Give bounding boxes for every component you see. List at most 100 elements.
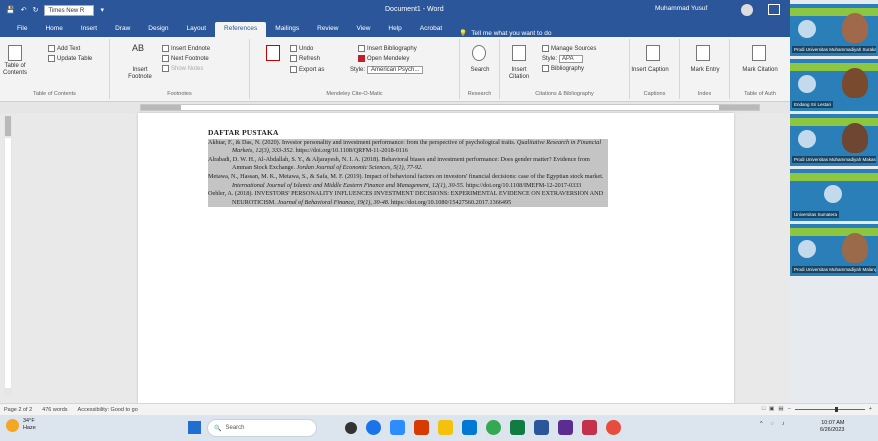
insert-citation-button[interactable]: Insert Citation: [502, 67, 536, 81]
table-of-contents-icon[interactable]: [8, 45, 22, 61]
mendeley-icon[interactable]: [266, 45, 280, 61]
table-of-contents-button[interactable]: Table of Contents: [0, 63, 30, 77]
refresh-button[interactable]: Refresh: [290, 55, 320, 62]
taskbar: 34°F Haze 🔍 Search ^ ◌ ♪ 10:07 AM 6/26/2…: [0, 415, 878, 441]
tab-file[interactable]: File: [8, 22, 36, 37]
tab-home[interactable]: Home: [36, 22, 71, 37]
search-button[interactable]: Search: [460, 67, 500, 74]
participant-tile[interactable]: Prodi Universitas Muhammadiyah Surakarta: [790, 4, 878, 56]
tab-insert[interactable]: Insert: [72, 22, 106, 37]
network-icon[interactable]: ◌: [771, 421, 774, 427]
clock[interactable]: 10:07 AM 6/26/2023: [820, 420, 844, 434]
participant-tile[interactable]: Prodi Universitas Muhammadiyah Malang: [790, 224, 878, 276]
vertical-ruler[interactable]: [4, 116, 12, 396]
task-view-icon[interactable]: [345, 422, 357, 434]
browser-icon[interactable]: [366, 420, 381, 435]
zoom-slider[interactable]: [794, 406, 865, 412]
insert-bibliography-button[interactable]: Insert Bibliography: [358, 45, 417, 52]
weather-widget[interactable]: 34°F Haze: [6, 418, 36, 432]
mail-icon[interactable]: [462, 420, 477, 435]
tab-layout[interactable]: Layout: [178, 22, 216, 37]
mark-entry-icon[interactable]: [696, 45, 710, 61]
participant-name: Endang Sri Lestari: [792, 101, 834, 108]
mark-entry-button[interactable]: Mark Entry: [680, 67, 730, 74]
insert-endnote-button[interactable]: Insert Endnote: [162, 45, 210, 52]
reference-entry[interactable]: Metawa, N., Hassan, M. K., Metawa, S., &…: [208, 172, 608, 191]
search-icon[interactable]: [472, 45, 486, 61]
tab-review[interactable]: Review: [308, 22, 347, 37]
tab-mailings[interactable]: Mailings: [266, 22, 308, 37]
bibliography-button[interactable]: Bibliography: [542, 65, 584, 72]
citation-style-value[interactable]: APA: [559, 55, 583, 63]
undo-icon[interactable]: ↶: [21, 6, 27, 14]
insert-footnote-button[interactable]: Insert Footnote: [120, 67, 160, 81]
word-count[interactable]: 476 words: [42, 407, 67, 413]
open-mendeley-button[interactable]: Open Mendeley: [358, 55, 409, 62]
onenote-icon[interactable]: [558, 420, 573, 435]
tab-view[interactable]: View: [347, 22, 379, 37]
print-layout-icon[interactable]: ▣: [769, 406, 774, 412]
document-page[interactable]: DAFTAR PUSTAKA Akhtar, F., & Das, N. (20…: [138, 113, 734, 403]
update-table-button[interactable]: Update Table: [48, 55, 92, 62]
reference-list[interactable]: DAFTAR PUSTAKA Akhtar, F., & Das, N. (20…: [208, 128, 608, 208]
style-value[interactable]: American Psych...: [367, 66, 424, 74]
citation-style-select[interactable]: Style: APA: [542, 55, 583, 63]
add-text-button[interactable]: Add Text: [48, 45, 80, 52]
volume-icon[interactable]: ♪: [782, 421, 785, 427]
zoom-control: □ ▣ ▤ − +: [762, 406, 872, 412]
manage-sources-button[interactable]: Manage Sources: [542, 45, 596, 52]
tab-draw[interactable]: Draw: [106, 22, 139, 37]
user-name[interactable]: Muhammad Yusuf: [655, 5, 707, 12]
save-icon[interactable]: 💾: [6, 6, 15, 14]
institution-logo: [798, 240, 816, 258]
reference-entry[interactable]: Alrabadi, D. W. H., Al-Abdallah, S. Y., …: [208, 155, 608, 173]
zoom-in-icon[interactable]: +: [869, 406, 872, 412]
taskbar-search[interactable]: 🔍 Search: [207, 419, 317, 437]
participant-tile[interactable]: Universitas Sumatera: [790, 169, 878, 221]
page-count[interactable]: Page 2 of 2: [4, 407, 32, 413]
next-footnote-button[interactable]: Next Footnote: [162, 55, 209, 62]
app-icon[interactable]: [582, 420, 597, 435]
font-name-box[interactable]: Times New R: [44, 4, 95, 16]
tab-references[interactable]: References: [215, 22, 267, 37]
participant-tile[interactable]: Endang Sri Lestari: [790, 59, 878, 111]
avatar[interactable]: [741, 4, 753, 16]
read-mode-icon[interactable]: □: [762, 406, 765, 412]
open-mendeley-icon: [358, 55, 365, 62]
chrome-icon[interactable]: [486, 420, 501, 435]
windows-start-icon[interactable]: [188, 421, 201, 434]
customize-toolbar-icon[interactable]: ▾: [100, 6, 104, 14]
mark-citation-icon[interactable]: [752, 45, 766, 61]
powerpoint-icon[interactable]: [414, 420, 429, 435]
export-as-button[interactable]: Export as: [290, 66, 324, 73]
chevron-up-icon[interactable]: ^: [760, 421, 763, 427]
insert-citation-icon[interactable]: [512, 45, 526, 61]
ribbon-display-icon[interactable]: [768, 4, 780, 15]
horizontal-ruler[interactable]: [0, 102, 790, 113]
insert-footnote-icon[interactable]: AB: [132, 44, 144, 53]
show-notes-button[interactable]: Show Notes: [162, 65, 203, 72]
word-icon[interactable]: [534, 420, 549, 435]
insert-caption-button[interactable]: Insert Caption: [630, 67, 670, 74]
tell-me-search[interactable]: 💡 Tell me what you want to do: [451, 29, 551, 38]
zoom-slider-thumb[interactable]: [834, 406, 838, 412]
undo-mendeley-button[interactable]: Undo: [290, 45, 313, 52]
file-explorer-icon[interactable]: [438, 420, 453, 435]
media-icon[interactable]: [606, 420, 621, 435]
reference-entry[interactable]: Oehler, A. (2018). INVESTORS' PERSONALIT…: [208, 190, 608, 208]
zoom-out-icon[interactable]: −: [788, 406, 791, 412]
web-layout-icon[interactable]: ▤: [778, 406, 783, 412]
redo-icon[interactable]: ↻: [33, 6, 39, 14]
insert-caption-icon[interactable]: [646, 45, 660, 61]
tab-design[interactable]: Design: [139, 22, 177, 37]
participant-tile[interactable]: Prodi Universitas Muhammadiyah Makassar: [790, 114, 878, 166]
tab-help[interactable]: Help: [379, 22, 410, 37]
ribbon: Table of Contents Add Text Update Table …: [0, 37, 790, 102]
reference-entry[interactable]: Akhtar, F., & Das, N. (2020). Investor p…: [208, 138, 608, 156]
mark-citation-button[interactable]: Mark Citation: [730, 67, 790, 74]
tab-acrobat[interactable]: Acrobat: [411, 22, 451, 37]
accessibility-status[interactable]: Accessibility: Good to go: [78, 407, 138, 413]
mendeley-style-select[interactable]: Style: American Psych...: [350, 66, 424, 74]
zoom-app-icon[interactable]: [390, 420, 405, 435]
excel-icon[interactable]: [510, 420, 525, 435]
